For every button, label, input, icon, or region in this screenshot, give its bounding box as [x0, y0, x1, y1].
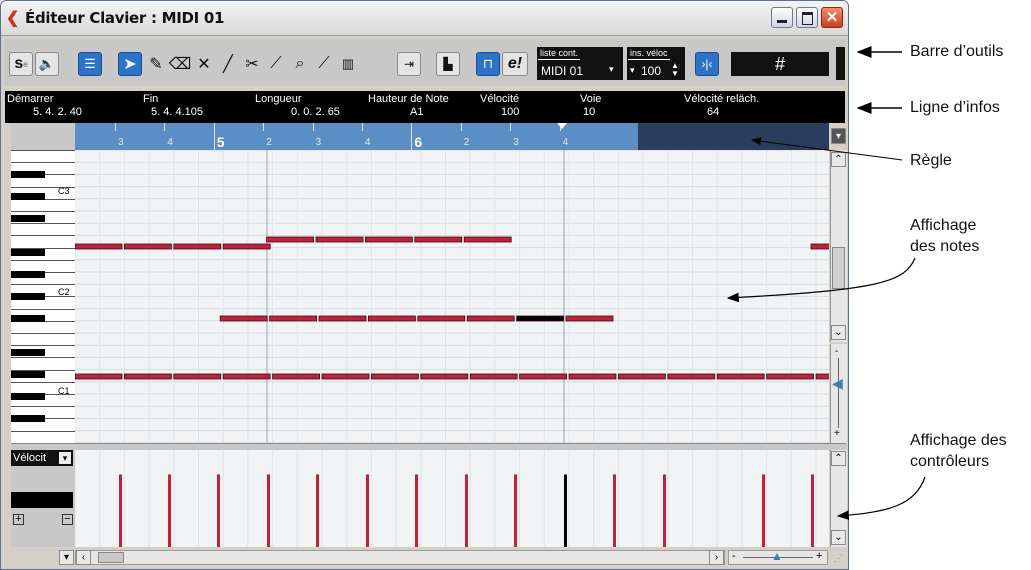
annotation-notes-line2: des notes	[910, 238, 980, 255]
annotation-notes: Affichage des notes	[910, 215, 979, 257]
annotation-notes-line1: Affichage	[910, 217, 977, 234]
annotation-toolbar: Barre d’outils	[910, 43, 1004, 60]
annotation-controllers-line1: Affichage des	[910, 432, 1007, 449]
ruler-arrow	[751, 137, 903, 161]
annotation-ruler: Règle	[910, 152, 952, 169]
annotation-controllers: Affichage des contrôleurs	[910, 430, 1007, 472]
annotation-infoline: Ligne d’infos	[910, 99, 1000, 116]
controllers-arrow	[836, 476, 926, 520]
annotation-arrows	[726, 46, 926, 520]
notes-arrow	[726, 257, 916, 303]
annotation-controllers-line2: contrôleurs	[910, 453, 990, 470]
